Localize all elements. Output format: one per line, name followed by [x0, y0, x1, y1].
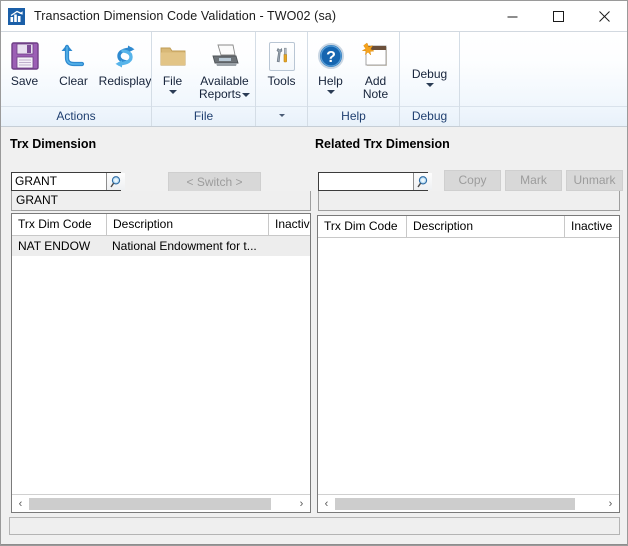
mark-button-label: Mark — [520, 173, 547, 187]
application-window: Transaction Dimension Code Validation - … — [0, 0, 628, 546]
redisplay-button-label: Redisplay — [98, 74, 152, 88]
refresh-arrows-icon — [109, 39, 141, 73]
help-button[interactable]: ? Help — [310, 37, 352, 103]
table-row[interactable]: NAT ENDOW National Endowment for t... — [12, 236, 310, 256]
folder-icon — [158, 39, 188, 73]
redisplay-button[interactable]: Redisplay — [99, 37, 151, 103]
chevron-down-icon — [326, 90, 335, 94]
cell-description[interactable]: National Endowment for t... — [106, 236, 268, 256]
add-note-icon — [360, 39, 391, 73]
left-grid-hscrollbar[interactable]: ‹ › — [12, 494, 310, 512]
file-button[interactable]: File — [153, 37, 193, 103]
copy-button-label: Copy — [458, 173, 487, 187]
save-floppy-icon — [9, 39, 41, 73]
ribbon-group-label-tools — [256, 106, 307, 126]
bottom-strip — [9, 517, 620, 535]
ribbon-group-tools: Tools — [255, 32, 307, 126]
right-panel-title: Related Trx Dimension — [315, 137, 450, 151]
available-reports-button-label: Available Reports — [196, 75, 254, 101]
ribbon-group-debug: Debug Debug — [399, 32, 459, 126]
help-button-label: Help — [318, 74, 343, 88]
ribbon-group-label-empty — [460, 106, 627, 126]
chevron-down-icon — [242, 92, 251, 97]
left-grid[interactable]: Trx Dim Code Description Inactive NAT EN… — [11, 213, 311, 513]
form-body: Trx Dimension < Switch > GRANT Trx Dim C… — [1, 127, 627, 545]
left-panel-title: Trx Dimension — [10, 137, 97, 151]
minimize-button[interactable] — [489, 1, 535, 31]
magnifier-lookup-icon[interactable] — [106, 173, 125, 190]
window-controls — [489, 1, 627, 31]
magnifier-lookup-icon[interactable] — [413, 173, 432, 190]
ribbon-group-file: File Available Reports File — [151, 32, 255, 126]
left-grid-body: NAT ENDOW National Endowment for t... — [12, 236, 310, 494]
column-header-trx-dim-code[interactable]: Trx Dim Code — [12, 214, 106, 235]
chevron-down-icon — [168, 90, 177, 94]
debug-button[interactable]: Debug — [402, 66, 458, 87]
switch-button[interactable]: < Switch > — [168, 172, 261, 193]
mark-button[interactable]: Mark — [505, 170, 562, 191]
window-title: Transaction Dimension Code Validation - … — [34, 9, 337, 23]
debug-button-label: Debug — [411, 67, 448, 81]
right-grid-body — [318, 238, 619, 494]
save-button[interactable]: Save — [1, 37, 48, 103]
help-question-icon: ? — [316, 39, 346, 73]
available-reports-caption: Available Reports — [198, 74, 249, 101]
ribbon-group-label-debug: Debug — [400, 106, 459, 126]
ribbon-group-label-actions: Actions — [1, 106, 151, 126]
column-header-description[interactable]: Description — [406, 216, 564, 237]
ribbon-group-label-help: Help — [308, 106, 399, 126]
svg-text:?: ? — [326, 49, 336, 66]
trx-dimension-description: GRANT — [11, 191, 311, 211]
save-button-label: Save — [10, 74, 39, 88]
related-trx-dimension-lookup[interactable] — [318, 172, 432, 191]
title-bar: Transaction Dimension Code Validation - … — [1, 1, 627, 31]
add-note-button-label: Add Note — [362, 74, 389, 101]
clear-button-label: Clear — [59, 74, 88, 88]
related-trx-dimension-input[interactable] — [319, 173, 413, 190]
column-header-trx-dim-code[interactable]: Trx Dim Code — [318, 216, 406, 237]
chevron-down-icon[interactable] — [278, 114, 285, 117]
chart-app-icon — [8, 7, 25, 25]
column-header-description[interactable]: Description — [106, 214, 268, 235]
ribbon-group-help: ? Help Add Note Help — [307, 32, 399, 126]
add-note-button[interactable]: Add Note — [354, 37, 398, 103]
ribbon-group-label-file: File — [152, 106, 255, 126]
scroll-left-icon[interactable]: ‹ — [318, 495, 335, 512]
trx-dimension-lookup[interactable] — [11, 172, 125, 191]
column-header-inactive[interactable]: Inactive — [268, 214, 310, 235]
right-scroll-thumb[interactable] — [335, 497, 575, 510]
tools-button-label: Tools — [267, 74, 296, 88]
right-grid[interactable]: Trx Dim Code Description Inactive ‹ › — [317, 215, 620, 513]
undo-arrow-icon — [58, 39, 90, 73]
file-button-label: File — [162, 74, 183, 88]
ribbon-toolbar: Save Clear Redisplay Actions File Availa… — [1, 31, 627, 127]
left-scroll-thumb[interactable] — [29, 497, 271, 510]
right-scroll-track[interactable] — [335, 495, 602, 512]
cell-trx-dim-code[interactable]: NAT ENDOW — [12, 236, 106, 256]
unmark-button-label: Unmark — [573, 173, 616, 187]
copy-button[interactable]: Copy — [444, 170, 501, 191]
printer-icon — [209, 39, 241, 73]
maximize-button[interactable] — [535, 1, 581, 31]
tools-button[interactable]: Tools — [257, 37, 307, 103]
scroll-left-icon[interactable]: ‹ — [12, 495, 29, 512]
related-trx-dimension-description — [318, 191, 620, 211]
available-reports-button[interactable]: Available Reports — [195, 37, 255, 103]
scroll-right-icon[interactable]: › — [602, 495, 619, 512]
column-header-inactive[interactable]: Inactive — [564, 216, 619, 237]
cell-inactive[interactable] — [268, 236, 310, 256]
tools-wrench-icon — [268, 39, 295, 73]
right-grid-hscrollbar[interactable]: ‹ › — [318, 494, 619, 512]
trx-dimension-input[interactable] — [12, 173, 106, 190]
clear-button[interactable]: Clear — [50, 37, 97, 103]
scroll-right-icon[interactable]: › — [293, 495, 310, 512]
left-grid-header: Trx Dim Code Description Inactive — [12, 214, 310, 236]
left-scroll-track[interactable] — [29, 495, 293, 512]
ribbon-empty-area — [459, 32, 627, 126]
close-button[interactable] — [581, 1, 627, 31]
chevron-down-icon — [425, 83, 434, 87]
ribbon-group-actions: Save Clear Redisplay Actions — [1, 32, 151, 126]
unmark-button[interactable]: Unmark — [566, 170, 623, 191]
right-grid-header: Trx Dim Code Description Inactive — [318, 216, 619, 238]
